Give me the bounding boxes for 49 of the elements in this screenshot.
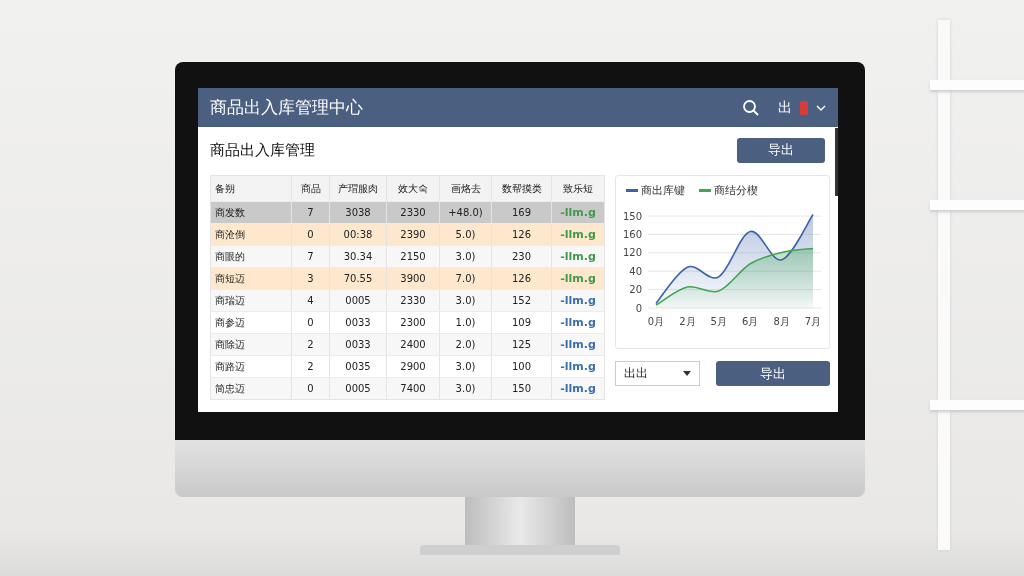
table-row[interactable]: 简忠迈 0 0005 7400 3.0) 150 -llm.g: [211, 377, 604, 399]
table-row[interactable]: 商沧倒 0 00:38 2390 5.0) 126 -llm.g: [211, 223, 604, 245]
table-cell-text: 简忠迈: [214, 381, 246, 396]
table-cell: -llm.g: [551, 378, 604, 399]
legend-label: 商结分楔: [714, 183, 758, 198]
y-axis-label: 150: [622, 210, 642, 222]
table-cell: 7400: [386, 378, 439, 399]
chevron-icon[interactable]: [816, 104, 826, 111]
table-cell: 3.0): [439, 378, 491, 399]
x-axis-label: 5月: [710, 316, 727, 327]
y-axis-label: 0: [635, 302, 642, 314]
scrollbar-thumb[interactable]: [835, 128, 838, 196]
table-row[interactable]: 商眼的 7 30.34 2150 3.0) 230 -llm.g: [211, 245, 604, 267]
table-cell-text: 商瑞迈: [214, 293, 246, 308]
table-cell-text: 商除迈: [214, 337, 246, 352]
column-header: 备朔: [214, 181, 236, 196]
x-axis-label: 2月: [679, 316, 696, 327]
y-axis-label: 160: [622, 228, 642, 240]
caret-icon: [683, 371, 691, 376]
page-title: 商品出入库管理: [210, 140, 315, 160]
table-cell-text: 商发数: [214, 205, 246, 220]
table-cell-text: 商路迈: [214, 359, 246, 374]
table-row[interactable]: 商瑞迈 4 0005 2330 3.0) 152 -llm.g: [211, 289, 604, 311]
y-axis-label: 20: [629, 284, 642, 296]
x-axis-label: 6月: [742, 316, 759, 327]
table-cell-text: 商沧倒: [214, 227, 246, 242]
legend-label: 商出库键: [641, 183, 685, 198]
dropdown[interactable]: 出出: [615, 361, 700, 386]
table-row[interactable]: 商短迈 3 70.55 3900 7.0) 126 -llm.g: [211, 267, 604, 289]
window-title: 商品出入库管理中心: [210, 96, 363, 119]
table-row[interactable]: 商路迈 2 0035 2900 3.0) 100 -llm.g: [211, 355, 604, 377]
table-row[interactable]: 商参迈 0 0033 2300 1.0) 109 -llm.g: [211, 311, 604, 333]
user-label: 出: [778, 98, 792, 117]
table-cell-text: 商短迈: [214, 271, 246, 286]
y-axis-label: 120: [622, 247, 642, 259]
x-axis-label: 0月: [647, 316, 665, 327]
table-row[interactable]: 商除迈 2 0033 2400 2.0) 125 -llm.g: [211, 333, 604, 355]
table-cell: 150: [491, 378, 551, 399]
x-axis-label: 8月: [773, 316, 790, 327]
table-row[interactable]: 商发数 7 3038 2330 +48.0) 169 -llm.g: [211, 201, 604, 223]
export-button[interactable]: 导出: [716, 361, 830, 386]
table-cell-text: 商眼的: [214, 249, 246, 264]
search-icon[interactable]: [742, 98, 760, 117]
table-cell: 0005: [329, 378, 386, 399]
y-axis-label: 40: [629, 265, 642, 277]
table-cell: 0: [291, 378, 329, 399]
table-cell-text: 商参迈: [214, 315, 246, 330]
x-axis-label: 7月: [804, 316, 822, 327]
export-button[interactable]: 导出: [737, 137, 825, 163]
